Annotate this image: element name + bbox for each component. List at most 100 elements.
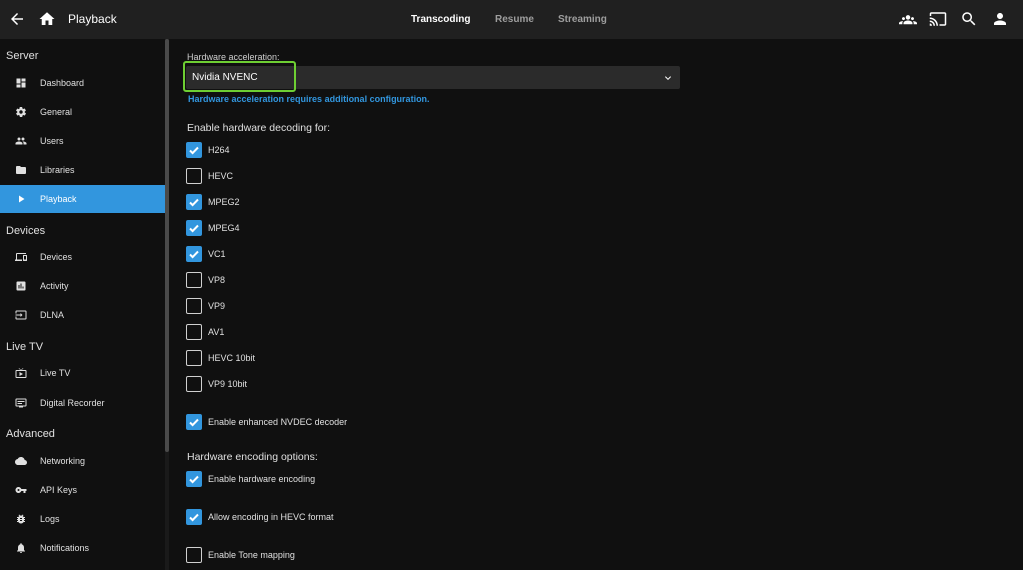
sidebar-item-label: Live TV	[40, 368, 71, 378]
codec-vp8-label: VP8	[208, 275, 226, 285]
enable-tone-mapping-label: Enable Tone mapping	[208, 550, 295, 560]
bug-icon	[14, 512, 28, 526]
sidebar-item-general[interactable]: General	[0, 98, 165, 126]
allow-hevc-encoding-label: Allow encoding in HEVC format	[208, 512, 334, 522]
sidebar-item-label: General	[40, 107, 73, 117]
section-title-devices: Devices	[6, 225, 46, 237]
checkbox-row-codec-mpeg2[interactable]: MPEG2	[186, 194, 386, 210]
tab-transcoding[interactable]: Transcoding	[411, 14, 470, 25]
checkbox-row-codec-h264[interactable]: H264	[186, 142, 386, 158]
nvdec-checkbox[interactable]	[186, 414, 202, 430]
back-arrow-icon[interactable]	[8, 10, 26, 28]
sidebar: Server Dashboard General Users Libraries…	[0, 39, 165, 570]
codec-vp9-10bit-label: VP9 10bit	[208, 379, 248, 389]
chevron-down-icon	[662, 71, 674, 83]
sidebar-item-devices[interactable]: Devices	[0, 243, 165, 271]
cast-icon[interactable]	[929, 10, 947, 28]
play-icon	[14, 192, 28, 206]
sidebar-scrollbar[interactable]	[165, 39, 169, 570]
codec-h264-label: H264	[208, 145, 230, 155]
sidebar-item-playback[interactable]: Playback	[0, 185, 165, 213]
codec-h264-checkbox[interactable]	[186, 142, 202, 158]
codec-mpeg4-checkbox[interactable]	[186, 220, 202, 236]
sidebar-item-dashboard[interactable]: Dashboard	[0, 69, 165, 97]
allow-hevc-encoding-checkbox[interactable]	[186, 509, 202, 525]
search-icon[interactable]	[960, 10, 978, 28]
sidebar-item-label: Users	[40, 136, 64, 146]
live-tv-icon	[14, 366, 28, 380]
recorder-icon	[14, 396, 28, 410]
section-title-advanced: Advanced	[6, 428, 55, 440]
sidebar-item-libraries[interactable]: Libraries	[0, 156, 165, 184]
codec-vc1-checkbox[interactable]	[186, 246, 202, 262]
account-icon[interactable]	[991, 10, 1009, 28]
tab-resume[interactable]: Resume	[495, 14, 534, 25]
users-group-icon[interactable]	[899, 10, 917, 28]
checkbox-row-codec-vp9-10bit[interactable]: VP9 10bit	[186, 376, 386, 392]
home-icon[interactable]	[38, 10, 56, 28]
codec-hevc-label: HEVC	[208, 171, 234, 181]
sidebar-item-label: Digital Recorder	[40, 398, 105, 408]
users-icon	[14, 134, 28, 148]
enable-hw-encoding-checkbox[interactable]	[186, 471, 202, 487]
enable-tone-mapping-checkbox[interactable]	[186, 547, 202, 563]
page-title: Playback	[68, 12, 117, 26]
cloud-icon	[14, 454, 28, 468]
codec-hevc-checkbox[interactable]	[186, 168, 202, 184]
sidebar-item-label: Logs	[40, 514, 60, 524]
checkbox-row-codec-av1[interactable]: AV1	[186, 324, 386, 340]
activity-icon	[14, 279, 28, 293]
sidebar-item-label: Networking	[40, 456, 86, 466]
codec-av1-label: AV1	[208, 327, 225, 337]
devices-icon	[14, 250, 28, 264]
tab-streaming[interactable]: Streaming	[558, 14, 607, 25]
sidebar-item-live-tv[interactable]: Live TV	[0, 359, 165, 387]
sidebar-item-notifications[interactable]: Notifications	[0, 534, 165, 562]
gear-icon	[14, 105, 28, 119]
codec-vc1-label: VC1	[208, 249, 226, 259]
sidebar-item-api-keys[interactable]: API Keys	[0, 476, 165, 504]
checkbox-row-codec-vp8[interactable]: VP8	[186, 272, 386, 288]
codec-vp9-checkbox[interactable]	[186, 298, 202, 314]
codec-vp8-checkbox[interactable]	[186, 272, 202, 288]
codec-av1-checkbox[interactable]	[186, 324, 202, 340]
sidebar-item-label: Dashboard	[40, 78, 85, 88]
checkbox-row-codec-hevc[interactable]: HEVC	[186, 168, 386, 184]
checkbox-row-codec-vp9[interactable]: VP9	[186, 298, 386, 314]
codec-hevc-10bit-checkbox[interactable]	[186, 350, 202, 366]
codec-vp9-10bit-checkbox[interactable]	[186, 376, 202, 392]
input-icon	[14, 308, 28, 322]
section-title-live-tv: Live TV	[6, 341, 44, 353]
decoding-group-label: Enable hardware decoding for:	[187, 122, 331, 134]
dashboard-icon	[14, 76, 28, 90]
sidebar-item-networking[interactable]: Networking	[0, 447, 165, 475]
sidebar-item-label: Activity	[40, 281, 69, 291]
codec-mpeg2-checkbox[interactable]	[186, 194, 202, 210]
sidebar-item-activity[interactable]: Activity	[0, 272, 165, 300]
sidebar-item-logs[interactable]: Logs	[0, 505, 165, 533]
encoding-group-label: Hardware encoding options:	[187, 451, 318, 463]
sidebar-item-digital-recorder[interactable]: Digital Recorder	[0, 389, 165, 417]
checkbox-row-enable-tone-mapping[interactable]: Enable Tone mapping	[186, 547, 386, 563]
checkbox-row-allow-hevc-encoding[interactable]: Allow encoding in HEVC format	[186, 509, 386, 525]
app-header: Playback Transcoding Resume Streaming	[0, 0, 1023, 39]
sidebar-item-dlna[interactable]: DLNA	[0, 301, 165, 329]
sidebar-item-label: Playback	[40, 194, 77, 204]
sidebar-scrollbar-thumb[interactable]	[165, 39, 169, 452]
sidebar-item-users[interactable]: Users	[0, 127, 165, 155]
sidebar-item-label: Devices	[40, 252, 73, 262]
checkbox-row-codec-mpeg4[interactable]: MPEG4	[186, 220, 386, 236]
folder-icon	[14, 163, 28, 177]
checkbox-row-codec-hevc-10bit[interactable]: HEVC 10bit	[186, 350, 386, 366]
hw-accel-help-link[interactable]: Hardware acceleration requires additiona…	[188, 94, 430, 104]
bell-icon	[14, 541, 28, 555]
codec-hevc-10bit-label: HEVC 10bit	[208, 353, 256, 363]
checkbox-row-enable-hw-encoding[interactable]: Enable hardware encoding	[186, 471, 386, 487]
codec-mpeg4-label: MPEG4	[208, 223, 240, 233]
section-title-server: Server	[6, 50, 39, 62]
hw-accel-focus-outline	[183, 61, 296, 92]
checkbox-row-nvdec[interactable]: Enable enhanced NVDEC decoder	[186, 414, 386, 430]
checkbox-row-codec-vc1[interactable]: VC1	[186, 246, 386, 262]
codec-mpeg2-label: MPEG2	[208, 197, 240, 207]
sidebar-item-label: Notifications	[40, 543, 90, 553]
